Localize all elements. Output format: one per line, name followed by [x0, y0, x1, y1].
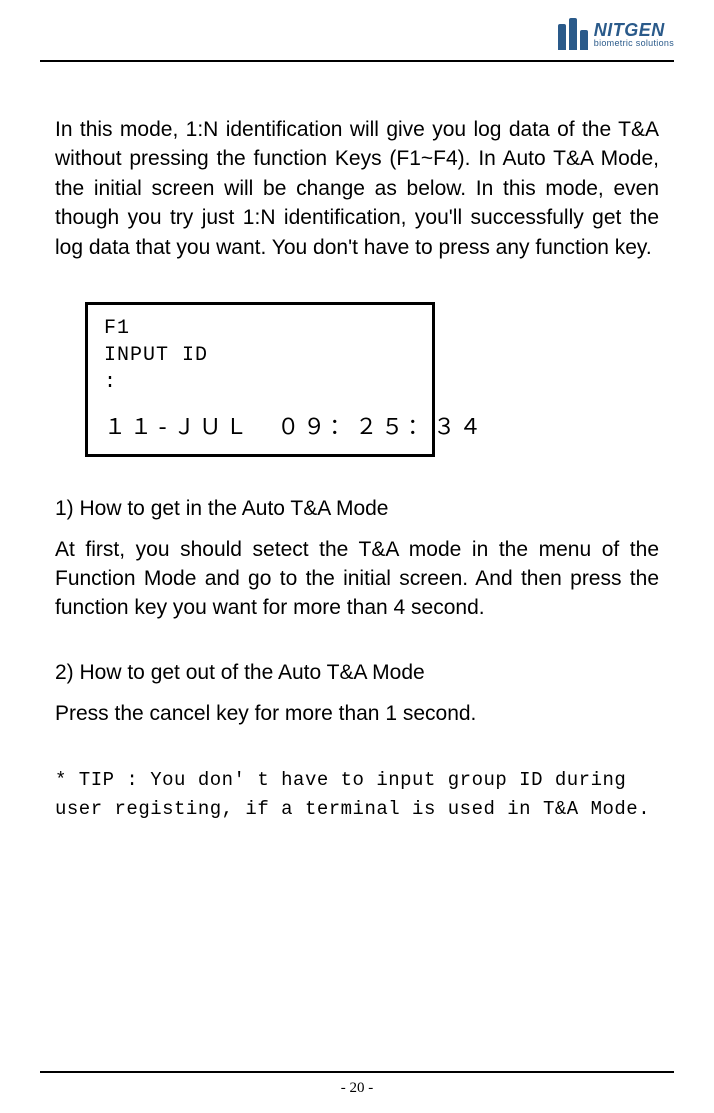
top-divider: [40, 60, 674, 62]
lcd-line-2: INPUT ID: [104, 342, 416, 369]
lcd-display-box: F1 INPUT ID : １１-ＪＵＬ ０９：２５：３４: [85, 302, 435, 457]
section-2-body: Press the cancel key for more than 1 sec…: [55, 699, 659, 728]
lcd-line-3: :: [104, 369, 416, 396]
nitgen-logo-icon: [558, 18, 588, 50]
tip-text: * TIP : You don' t have to input group I…: [55, 766, 659, 823]
page-header: NITGEN biometric solutions: [558, 18, 674, 50]
section-1-heading: 1) How to get in the Auto T&A Mode: [55, 497, 659, 521]
section-1-body: At first, you should setect the T&A mode…: [55, 535, 659, 623]
lcd-line-1: F1: [104, 315, 416, 342]
lcd-datetime: １１-ＪＵＬ ０９：２５：３４: [104, 414, 416, 444]
section-2-heading: 2) How to get out of the Auto T&A Mode: [55, 661, 659, 685]
brand-main: NITGEN: [594, 21, 674, 39]
brand-text: NITGEN biometric solutions: [594, 21, 674, 48]
bottom-divider: [40, 1071, 674, 1073]
page-content: In this mode, 1:N identification will gi…: [55, 115, 659, 823]
page-number: - 20 -: [0, 1080, 714, 1097]
brand-sub: biometric solutions: [594, 39, 674, 48]
intro-paragraph: In this mode, 1:N identification will gi…: [55, 115, 659, 262]
